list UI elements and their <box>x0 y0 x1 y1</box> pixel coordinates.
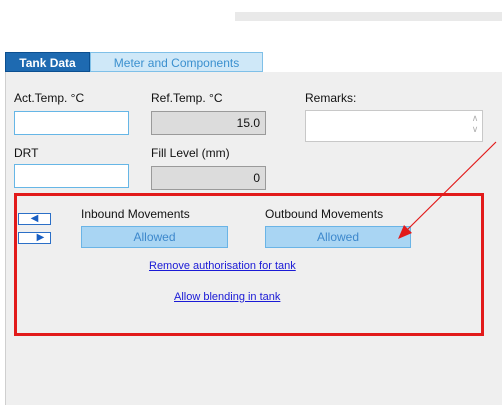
ref-temp-label: Ref.Temp. °C <box>151 91 223 105</box>
ref-temp-value: 15.0 <box>151 111 266 135</box>
tab-tank-data[interactable]: Tank Data <box>5 52 90 72</box>
drt-input[interactable] <box>14 164 129 188</box>
scroll-arrows-icon[interactable]: ∧ ∨ <box>470 113 480 135</box>
fill-level-label: Fill Level (mm) <box>151 146 230 160</box>
tab-meter-and-components[interactable]: Meter and Components <box>90 52 263 72</box>
act-temp-input[interactable] <box>14 111 129 135</box>
drt-label: DRT <box>14 146 39 160</box>
fill-level-value: 0 <box>151 166 266 190</box>
remarks-label: Remarks: <box>305 91 357 105</box>
top-bar <box>235 12 502 21</box>
act-temp-label: Act.Temp. °C <box>14 91 85 105</box>
highlight-box <box>14 193 484 336</box>
remarks-textarea[interactable]: ∧ ∨ <box>305 110 483 142</box>
